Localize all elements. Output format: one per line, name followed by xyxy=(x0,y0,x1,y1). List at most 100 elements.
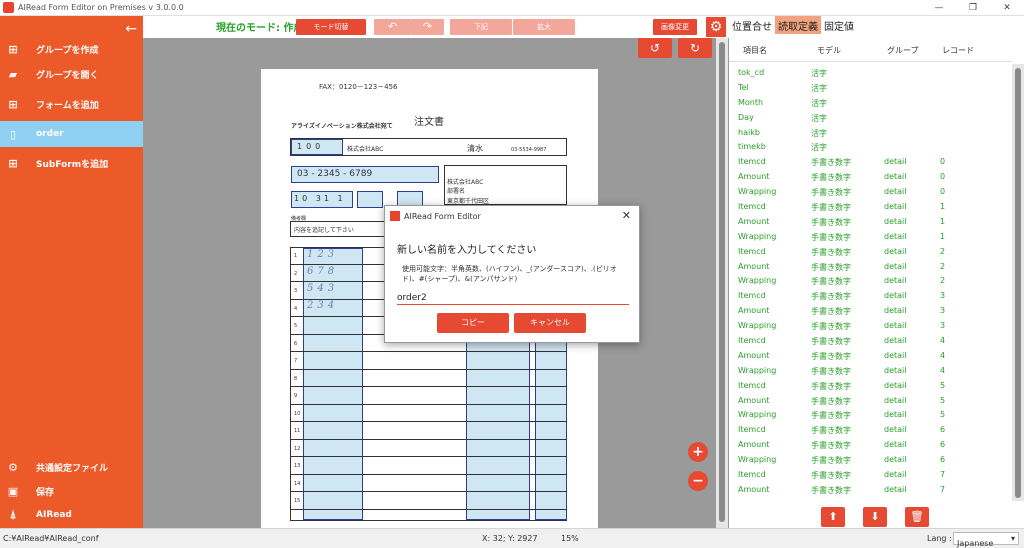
list-item[interactable]: Itemcd 手書き数字 detail 7 xyxy=(729,468,1012,483)
list-scrollbar[interactable] xyxy=(1012,64,1024,501)
list-item[interactable]: Amount 手書き数字 detail 4 xyxy=(729,349,1012,364)
copy-button[interactable]: コピー xyxy=(437,313,509,333)
sidebar-item-add-form[interactable]: ⊞ フォームを追加 xyxy=(0,91,143,117)
close-icon[interactable]: ✕ xyxy=(622,209,631,222)
sidebar-item-add-subform[interactable]: ⊞ SubFormを追加 xyxy=(0,150,143,176)
list-item[interactable]: Itemcd 手書き数字 detail 1 xyxy=(729,200,1012,215)
record-cell: 5 xyxy=(940,380,946,390)
delete-button[interactable]: 🗑 xyxy=(905,507,929,527)
new-name-input[interactable] xyxy=(397,292,629,305)
sidebar-item-order[interactable]: ▯ order xyxy=(0,121,143,147)
list-item[interactable]: Wrapping 手書き数字 detail 2 xyxy=(729,274,1012,289)
group-cell: detail xyxy=(884,336,907,346)
list-item[interactable]: Wrapping 手書き数字 detail 1 xyxy=(729,230,1012,245)
list-item[interactable]: Amount 手書き数字 detail 7 xyxy=(729,483,1012,498)
close-window-button[interactable]: ✕ xyxy=(990,0,1024,16)
group-cell: detail xyxy=(884,470,907,480)
model-cell: 手書き数字 xyxy=(811,381,851,391)
list-item[interactable]: Itemcd 手書き数字 detail 0 xyxy=(729,155,1012,170)
canvas-scrollbar[interactable] xyxy=(716,38,728,528)
item-name-cell: haikb xyxy=(738,127,760,137)
model-cell: 手書き数字 xyxy=(811,203,851,213)
sidebar-item-create-group[interactable]: ⊞ グループを作成 xyxy=(0,36,143,62)
row-number: 7 xyxy=(294,358,298,364)
record-cell: 0 xyxy=(940,172,946,182)
definition-panel: 位置合せ 読取定義 固定値 項目名 モデル グループ レコード tok_cd 活字… xyxy=(729,16,1024,528)
plus-square-icon: ⊞ xyxy=(8,97,18,111)
undo-icon: ↶ xyxy=(387,20,398,33)
toolbar-button-2[interactable]: 拡大 xyxy=(513,19,575,35)
move-up-button[interactable]: ⬆ xyxy=(821,507,845,527)
tab-fixed-value[interactable]: 固定値 xyxy=(821,16,857,34)
item-name-cell: Wrapping xyxy=(738,455,777,465)
save-icon: ▣ xyxy=(7,484,19,498)
list-item[interactable]: haikb 活字 xyxy=(729,126,1012,141)
gear-icon: ⚙ xyxy=(8,460,18,474)
form-table-row xyxy=(290,370,567,387)
row-number: 13 xyxy=(294,463,301,469)
image-change-button[interactable]: 画像変更 xyxy=(653,19,697,35)
minus-icon: − xyxy=(692,473,704,489)
list-item[interactable]: Itemcd 手書き数字 detail 3 xyxy=(729,289,1012,304)
rotate-right-button[interactable]: ↻ xyxy=(678,38,712,58)
zoom-in-button[interactable]: + xyxy=(688,442,708,462)
scrollbar-thumb[interactable] xyxy=(1015,68,1021,498)
group-cell: detail xyxy=(884,291,907,301)
language-select[interactable]: Japanese ▾ xyxy=(953,532,1019,548)
rotate-left-button[interactable]: ↺ xyxy=(638,38,672,58)
scrollbar-thumb[interactable] xyxy=(719,42,725,522)
item-name-cell: tok_cd xyxy=(738,68,765,77)
record-cell: 6 xyxy=(940,440,946,450)
mode-switch-button[interactable]: モード切替 xyxy=(296,19,366,35)
redo-button[interactable]: ↷ xyxy=(411,19,444,35)
tab-alignment[interactable]: 位置合せ xyxy=(729,16,775,34)
list-item[interactable]: Wrapping 手書き数字 detail 4 xyxy=(729,364,1012,379)
list-header: 項目名 モデル グループ レコード xyxy=(729,38,1012,62)
settings-gear-button[interactable]: ⚙ xyxy=(706,17,726,37)
group-cell: detail xyxy=(884,380,907,390)
sidebar-item-open-group[interactable]: ▰ グループを開く xyxy=(0,61,143,87)
sidebar-item-common-settings[interactable]: ⚙ 共通設定ファイル xyxy=(0,454,143,480)
list-item[interactable]: Itemcd 手書き数字 detail 5 xyxy=(729,379,1012,394)
airead-logo: ⍋ AIRead xyxy=(0,502,143,528)
list-item[interactable]: Wrapping 手書き数字 detail 5 xyxy=(729,408,1012,423)
tab-read-definition[interactable]: 読取定義 xyxy=(775,16,821,34)
group-cell: detail xyxy=(884,321,907,331)
back-arrow-icon[interactable]: ← xyxy=(125,21,137,37)
list-item[interactable]: tok_cd 活字 xyxy=(729,66,1012,81)
header-item-name: 項目名 xyxy=(743,46,767,55)
sidebar-item-label: フォームを追加 xyxy=(36,100,99,111)
record-cell: 5 xyxy=(940,410,946,420)
model-cell: 手書き数字 xyxy=(811,351,851,361)
list-item[interactable]: Amount 手書き数字 detail 6 xyxy=(729,438,1012,453)
group-cell: detail xyxy=(884,172,907,182)
list-item[interactable]: Itemcd 手書き数字 detail 2 xyxy=(729,245,1012,260)
maximize-button[interactable]: ❐ xyxy=(956,0,990,16)
minimize-button[interactable]: — xyxy=(922,0,956,16)
list-item[interactable]: Amount 手書き数字 detail 3 xyxy=(729,304,1012,319)
trash-icon: 🗑 xyxy=(910,510,924,523)
list-item[interactable]: Amount 手書き数字 detail 1 xyxy=(729,215,1012,230)
list-item[interactable]: timekb 活字 xyxy=(729,140,1012,155)
row-number: 2 xyxy=(294,270,298,277)
list-item[interactable]: Itemcd 手書き数字 detail 4 xyxy=(729,334,1012,349)
list-item[interactable]: Amount 手書き数字 detail 2 xyxy=(729,260,1012,275)
undo-button[interactable]: ↶ xyxy=(374,19,411,35)
group-cell: detail xyxy=(884,484,907,494)
list-item[interactable]: Amount 手書き数字 detail 5 xyxy=(729,394,1012,409)
list-item[interactable]: Tel 活字 xyxy=(729,81,1012,96)
list-item[interactable]: Month 活字 xyxy=(729,96,1012,111)
zoom-out-button[interactable]: − xyxy=(688,471,708,491)
row-number: 5 xyxy=(294,323,298,329)
list-item[interactable]: Wrapping 手書き数字 detail 6 xyxy=(729,453,1012,468)
move-down-button[interactable]: ⬇ xyxy=(863,507,887,527)
toolbar-button-1[interactable]: 下記 xyxy=(450,19,512,35)
list-item[interactable]: Day 活字 xyxy=(729,111,1012,126)
cancel-button[interactable]: キャンセル xyxy=(514,313,586,333)
list-item[interactable]: Wrapping 手書き数字 detail 3 xyxy=(729,319,1012,334)
sidebar-item-save[interactable]: ▣ 保存 xyxy=(0,478,143,504)
list-item[interactable]: Wrapping 手書き数字 detail 0 xyxy=(729,185,1012,200)
lang-label: Lang : xyxy=(927,534,952,543)
list-item[interactable]: Itemcd 手書き数字 detail 6 xyxy=(729,423,1012,438)
list-item[interactable]: Amount 手書き数字 detail 0 xyxy=(729,170,1012,185)
